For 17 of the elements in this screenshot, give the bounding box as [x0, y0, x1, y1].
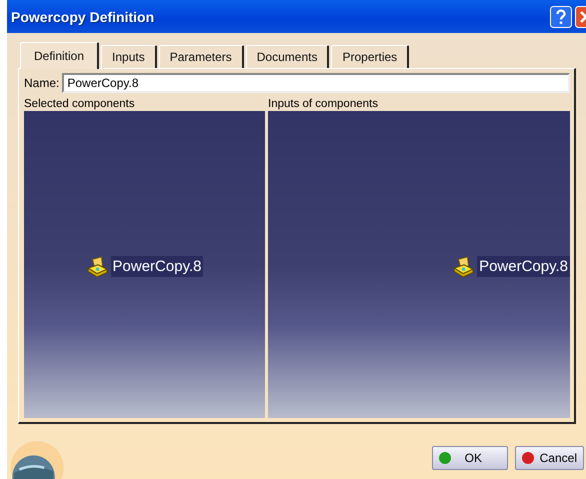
cancel-button[interactable]: Cancel	[514, 446, 584, 470]
ok-button[interactable]: OK	[432, 446, 508, 470]
name-label: Name:	[24, 76, 60, 90]
package-icon	[86, 256, 108, 278]
tab[interactable]: Inputs	[101, 45, 157, 68]
name-field[interactable]: PowerCopy.8	[62, 73, 570, 93]
package-icon	[452, 256, 474, 278]
tree-node-label[interactable]: PowerCopy.8	[477, 256, 570, 277]
tab[interactable]: Parameters	[158, 45, 244, 68]
tab[interactable]: Definition	[20, 42, 100, 69]
panel-heading: Inputs of components	[268, 97, 379, 111]
tab[interactable]: Properties	[331, 45, 410, 68]
tab[interactable]: Documents	[246, 45, 330, 68]
panel-heading: Selected components	[24, 97, 136, 111]
tree-node-label[interactable]: PowerCopy.8	[110, 256, 204, 277]
window-title: Powercopy Definition	[11, 8, 156, 24]
help-button[interactable]	[550, 6, 572, 28]
